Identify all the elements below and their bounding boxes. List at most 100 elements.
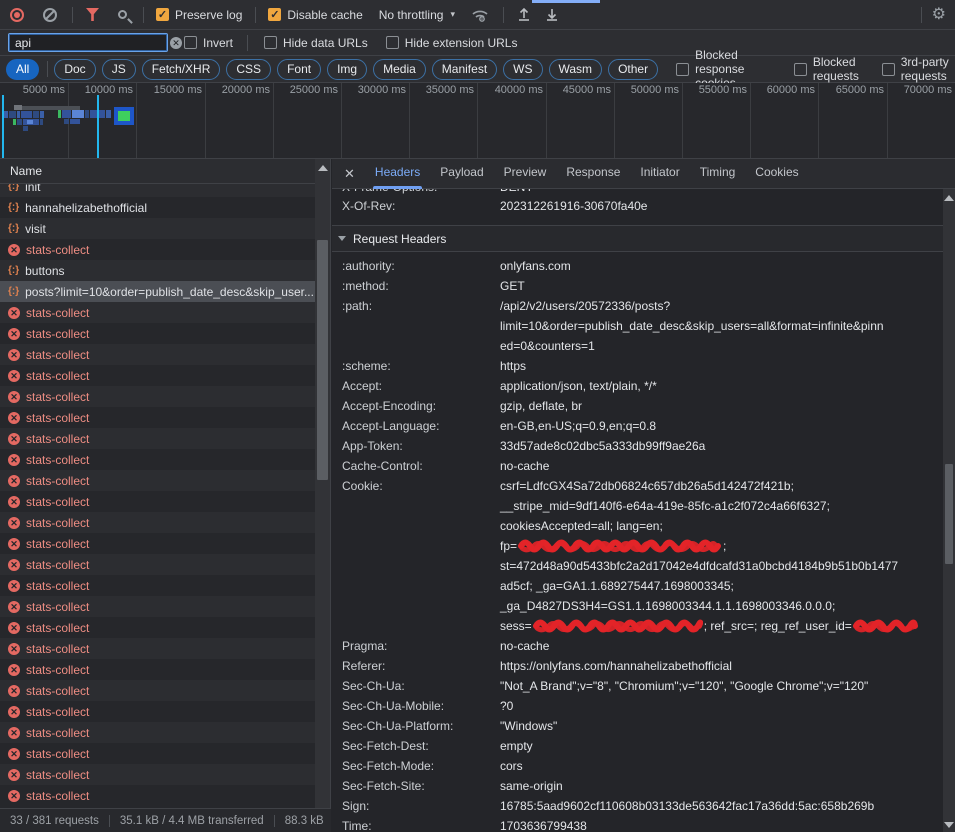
request-row[interactable]: {:}posts?limit=10&order=publish_date_des… [0, 281, 330, 302]
filter-chip-media[interactable]: Media [373, 59, 426, 80]
record-button[interactable] [10, 8, 24, 22]
timeline-tick-label: 50000 ms [609, 84, 679, 96]
tab-cookies[interactable]: Cookies [745, 159, 808, 189]
filter-chip-all[interactable]: All [6, 59, 39, 80]
tab-initiator[interactable]: Initiator [630, 159, 689, 189]
request-row[interactable]: ✕stats-collect [0, 785, 330, 806]
request-row[interactable]: ✕stats-collect [0, 743, 330, 764]
filter-chip-img[interactable]: Img [327, 59, 367, 80]
blocked-requests-checkbox[interactable]: Blocked requests [794, 55, 864, 83]
timeline-overview[interactable]: 5000 ms10000 ms15000 ms20000 ms25000 ms3… [0, 83, 955, 159]
header-row: Sec-Fetch-Site:same-origin [332, 776, 943, 796]
search-icon[interactable] [118, 10, 127, 19]
request-row[interactable]: ✕stats-collect [0, 386, 330, 407]
request-row[interactable]: ✕stats-collect [0, 470, 330, 491]
request-row-content: ✕stats-collect [8, 390, 89, 404]
header-row: Sec-Fetch-Mode:cors [332, 756, 943, 776]
settings-gear-icon[interactable]: ⚙ [932, 7, 946, 23]
waterfall-bar [9, 111, 16, 118]
checkbox-label: Blocked requests [813, 55, 864, 83]
request-row[interactable]: ✕stats-collect [0, 491, 330, 512]
request-row[interactable]: ✕stats-collect [0, 344, 330, 365]
request-row[interactable]: ✕stats-collect [0, 428, 330, 449]
filter-chip-doc[interactable]: Doc [54, 59, 95, 80]
filter-toggle-icon[interactable] [86, 8, 99, 21]
scroll-up-icon[interactable] [318, 165, 328, 171]
tab-headers[interactable]: Headers [365, 159, 430, 189]
scroll-down-icon[interactable] [944, 822, 954, 828]
request-row[interactable]: ✕stats-collect [0, 680, 330, 701]
header-value-line: https [500, 356, 943, 376]
request-headers-section-toggle[interactable]: Request Headers [332, 226, 943, 252]
filter-input[interactable] [15, 36, 170, 50]
request-row[interactable]: ✕stats-collect [0, 554, 330, 575]
filter-chip-fetch-xhr[interactable]: Fetch/XHR [142, 59, 221, 80]
request-row-content: ✕stats-collect [8, 621, 89, 635]
filter-chip-ws[interactable]: WS [503, 59, 542, 80]
clear-network-log-button[interactable] [43, 8, 57, 22]
filter-chip-wasm[interactable]: Wasm [549, 59, 603, 80]
export-har-button[interactable] [545, 7, 559, 22]
request-row[interactable]: {:}hannahelizabethofficial [0, 197, 330, 218]
header-name: :path: [332, 296, 500, 356]
request-row[interactable]: ✕stats-collect [0, 596, 330, 617]
filter-chip-other[interactable]: Other [608, 59, 658, 80]
error-icon: ✕ [8, 307, 20, 319]
request-row[interactable]: ✕stats-collect [0, 575, 330, 596]
filter-chip-css[interactable]: CSS [226, 59, 271, 80]
request-row[interactable]: ✕stats-collect [0, 533, 330, 554]
detail-scrollbar[interactable] [943, 189, 955, 832]
request-row[interactable]: ✕stats-collect [0, 449, 330, 470]
timeline-tick-label: 5000 ms [0, 84, 65, 96]
filter-chip-js[interactable]: JS [102, 59, 136, 80]
header-value: gzip, deflate, br [500, 396, 943, 416]
request-row[interactable]: ✕stats-collect [0, 365, 330, 386]
request-row[interactable]: ✕stats-collect [0, 722, 330, 743]
request-name: stats-collect [26, 306, 89, 320]
request-row[interactable]: ✕stats-collect [0, 764, 330, 785]
import-har-button[interactable] [517, 7, 531, 22]
hide-data-urls-checkbox[interactable]: Hide data URLs [264, 36, 368, 50]
filter-chip-font[interactable]: Font [277, 59, 321, 80]
request-row[interactable]: ✕ stats-collect [0, 302, 330, 323]
error-icon: ✕ [8, 538, 20, 550]
close-icon[interactable]: ✕ [332, 166, 365, 182]
request-row[interactable]: ✕stats-collect [0, 407, 330, 428]
invert-checkbox[interactable]: Invert [184, 36, 233, 50]
throttling-select[interactable]: No throttling ▾ [379, 8, 455, 22]
timeline-tick-label: 25000 ms [268, 84, 338, 96]
clear-filter-icon[interactable]: ✕ [170, 37, 182, 49]
request-name: stats-collect [26, 768, 89, 782]
request-row[interactable]: ✕stats-collect [0, 701, 330, 722]
request-row[interactable]: ✕stats-collect [0, 323, 330, 344]
disable-cache-checkbox[interactable]: ✓ Disable cache [268, 8, 362, 22]
timeline-tick-label: 60000 ms [745, 84, 815, 96]
request-row[interactable]: ✕stats-collect [0, 617, 330, 638]
scrollbar-thumb[interactable] [317, 240, 328, 480]
network-conditions-button[interactable] [471, 8, 489, 22]
tab-response[interactable]: Response [556, 159, 630, 189]
tab-payload[interactable]: Payload [430, 159, 493, 189]
request-row[interactable]: ✕stats-collect [0, 512, 330, 533]
scroll-up-icon[interactable] [944, 195, 954, 201]
filter-chip-manifest[interactable]: Manifest [432, 59, 497, 80]
name-column-header[interactable]: Name [0, 159, 330, 184]
request-row[interactable]: {:}buttons [0, 260, 330, 281]
request-row[interactable]: ✕stats-collect [0, 659, 330, 680]
3rd-party-requests-checkbox[interactable]: 3rd-party requests [882, 55, 955, 83]
request-row[interactable]: {:}visit [0, 218, 330, 239]
request-row[interactable]: {:}init [0, 184, 330, 197]
request-row[interactable]: ✕stats-collect [0, 239, 330, 260]
requests-count: 33 / 381 requests [0, 815, 109, 827]
tab-timing[interactable]: Timing [690, 159, 746, 189]
request-list-scrollbar[interactable] [315, 159, 330, 808]
request-row[interactable]: ✕stats-collect [0, 638, 330, 659]
request-name: stats-collect [26, 558, 89, 572]
header-value-line: empty [500, 736, 943, 756]
preserve-log-checkbox[interactable]: ✓ Preserve log [156, 8, 242, 22]
tab-preview[interactable]: Preview [494, 159, 557, 189]
error-icon: ✕ [8, 790, 20, 802]
request-row-content: {:}posts?limit=10&order=publish_date_des… [8, 285, 314, 299]
hide-extension-urls-checkbox[interactable]: Hide extension URLs [386, 36, 518, 50]
scrollbar-thumb[interactable] [945, 464, 953, 564]
